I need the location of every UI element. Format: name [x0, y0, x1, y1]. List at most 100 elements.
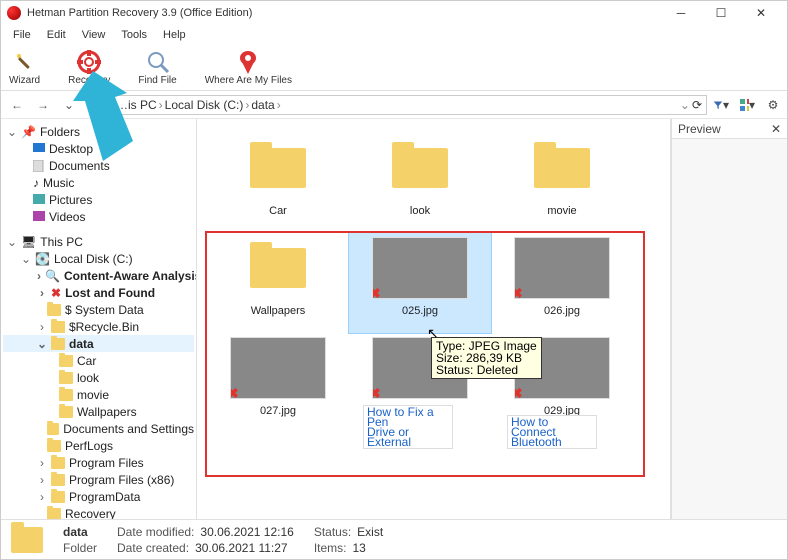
file-grid: Car look movie Wallpapers ✖025.jpg ✖026.…: [197, 119, 671, 519]
tree-localdisk[interactable]: ⌄💽Local Disk (C:): [3, 250, 194, 267]
related-snippet[interactable]: How to Fix a PenDrive or External: [363, 405, 453, 449]
magnifier-icon: 🔍: [45, 269, 60, 283]
tree-systemdata[interactable]: $ System Data: [3, 301, 194, 318]
folder-icon: [534, 148, 590, 188]
findfile-button[interactable]: Find File: [138, 50, 176, 86]
lifebuoy-icon: [77, 50, 101, 74]
history-dropdown[interactable]: ⌄: [59, 95, 79, 115]
deleted-x-icon: ✖: [372, 285, 381, 299]
maximize-button[interactable]: ☐: [701, 1, 741, 25]
tree-look[interactable]: look: [3, 369, 194, 386]
chevron-right-icon: ›: [277, 98, 281, 112]
item-car[interactable]: Car: [207, 133, 349, 233]
item-027[interactable]: ✖027.jpg: [207, 333, 349, 433]
status-items-value: 13: [352, 541, 365, 555]
view-icon[interactable]: ▾: [739, 97, 755, 113]
tree-thispc[interactable]: ⌄🖥This PC: [3, 233, 194, 250]
wherefiles-label: Where Are My Files: [205, 75, 292, 86]
minimize-button[interactable]: ─: [661, 1, 701, 25]
folder-icon: [59, 389, 73, 401]
pc-icon: 🖥: [21, 235, 36, 249]
status-name: data: [63, 525, 97, 539]
up-button[interactable]: ↑: [85, 95, 105, 115]
folder-icon: [51, 457, 65, 469]
quick-videos[interactable]: Videos: [3, 208, 194, 225]
wizard-button[interactable]: Wizard: [9, 50, 40, 86]
refresh-button[interactable]: ⟳: [692, 98, 702, 112]
tree-movie[interactable]: movie: [3, 386, 194, 403]
breadcrumb-folder[interactable]: data: [251, 98, 274, 112]
quick-desktop[interactable]: Desktop: [3, 140, 194, 157]
close-button[interactable]: ✕: [741, 1, 781, 25]
window-title: Hetman Partition Recovery 3.9 (Office Ed…: [27, 7, 252, 19]
status-modified-label: Date modified:: [117, 525, 194, 539]
menu-help[interactable]: Help: [155, 27, 194, 43]
wherefiles-button[interactable]: Where Are My Files: [205, 50, 292, 86]
menubar: File Edit View Tools Help: [1, 25, 787, 45]
chevron-down-icon[interactable]: ⌄: [680, 98, 690, 112]
breadcrumb[interactable]: …is PC› Local Disk (C:)› data› ⌄ ⟳: [111, 95, 707, 115]
folder-icon: [59, 372, 73, 384]
tree-wallpapers[interactable]: Wallpapers: [3, 403, 194, 420]
tree-recyclebin[interactable]: ›$Recycle.Bin: [3, 318, 194, 335]
folder-icon: [51, 491, 65, 503]
folder-icon: [11, 527, 43, 553]
quick-documents[interactable]: Documents: [3, 157, 194, 174]
pictures-icon: [33, 194, 45, 206]
quick-music[interactable]: ♪Music: [3, 174, 194, 191]
folder-icon: [47, 508, 61, 520]
recovery-label: Recovery: [68, 75, 110, 86]
tree-pf[interactable]: ›Program Files: [3, 454, 194, 471]
tree-pf86[interactable]: ›Program Files (x86): [3, 471, 194, 488]
folder-icon: [51, 474, 65, 486]
menu-tools[interactable]: Tools: [113, 27, 155, 43]
tree-recovery[interactable]: Recovery: [3, 505, 194, 519]
magnifier-icon: [146, 50, 170, 74]
breadcrumb-disk[interactable]: Local Disk (C:): [165, 98, 244, 112]
menu-edit[interactable]: Edit: [39, 27, 74, 43]
preview-pane: Preview ✕: [671, 119, 787, 519]
folder-icon: [51, 338, 65, 350]
deleted-x-icon: ✖: [514, 385, 523, 399]
recovery-button[interactable]: Recovery: [68, 50, 110, 86]
folders-header[interactable]: ⌄📌Folders: [3, 123, 194, 140]
address-bar: ← → ⌄ ↑ …is PC› Local Disk (C:)› data› ⌄…: [1, 91, 787, 119]
folder-icon: [47, 440, 61, 452]
forward-button[interactable]: →: [33, 95, 53, 115]
related-snippet[interactable]: How to ConnectBluetooth: [507, 415, 597, 449]
tree-perflogs[interactable]: PerfLogs: [3, 437, 194, 454]
status-status-label: Status:: [314, 525, 351, 539]
toolbar: Wizard Recovery Find File Where Are My F…: [1, 45, 787, 91]
titlebar: Hetman Partition Recovery 3.9 (Office Ed…: [1, 1, 787, 25]
quick-pictures[interactable]: Pictures: [3, 191, 194, 208]
deleted-x-icon: ✖: [514, 285, 523, 299]
chevron-right-icon: ›: [159, 98, 163, 112]
tree-docs[interactable]: Documents and Settings: [3, 420, 194, 437]
back-button[interactable]: ←: [7, 95, 27, 115]
tree-lostfound[interactable]: ›✖Lost and Found: [3, 284, 194, 301]
tree-car[interactable]: Car: [3, 352, 194, 369]
close-preview-button[interactable]: ✕: [771, 122, 781, 136]
menu-view[interactable]: View: [74, 27, 114, 43]
item-look[interactable]: look: [349, 133, 491, 233]
menu-file[interactable]: File: [5, 27, 39, 43]
tooltip-status: Status: Deleted: [436, 364, 537, 376]
folder-icon: [47, 304, 61, 316]
breadcrumb-pc[interactable]: …is PC: [116, 98, 157, 112]
folder-icon: [47, 423, 59, 435]
tree-contentaware[interactable]: ›🔍Content-Aware Analysis: [3, 267, 194, 284]
deleted-x-icon: ✖: [372, 385, 381, 399]
tooltip: Type: JPEG Image Size: 286,39 KB Status:…: [431, 337, 542, 379]
filter-icon[interactable]: ▾: [713, 97, 729, 113]
tree-data[interactable]: ⌄data: [3, 335, 194, 352]
item-wallpapers[interactable]: Wallpapers: [207, 233, 349, 333]
options-icon[interactable]: ⚙: [765, 97, 781, 113]
preview-label: Preview: [678, 122, 721, 136]
item-026[interactable]: ✖026.jpg: [491, 233, 633, 333]
item-025[interactable]: ✖025.jpg: [349, 233, 491, 333]
disk-icon: 💽: [35, 252, 50, 266]
folder-icon: [59, 355, 73, 367]
item-movie[interactable]: movie: [491, 133, 633, 233]
videos-icon: [33, 211, 45, 223]
tree-programdata[interactable]: ›ProgramData: [3, 488, 194, 505]
